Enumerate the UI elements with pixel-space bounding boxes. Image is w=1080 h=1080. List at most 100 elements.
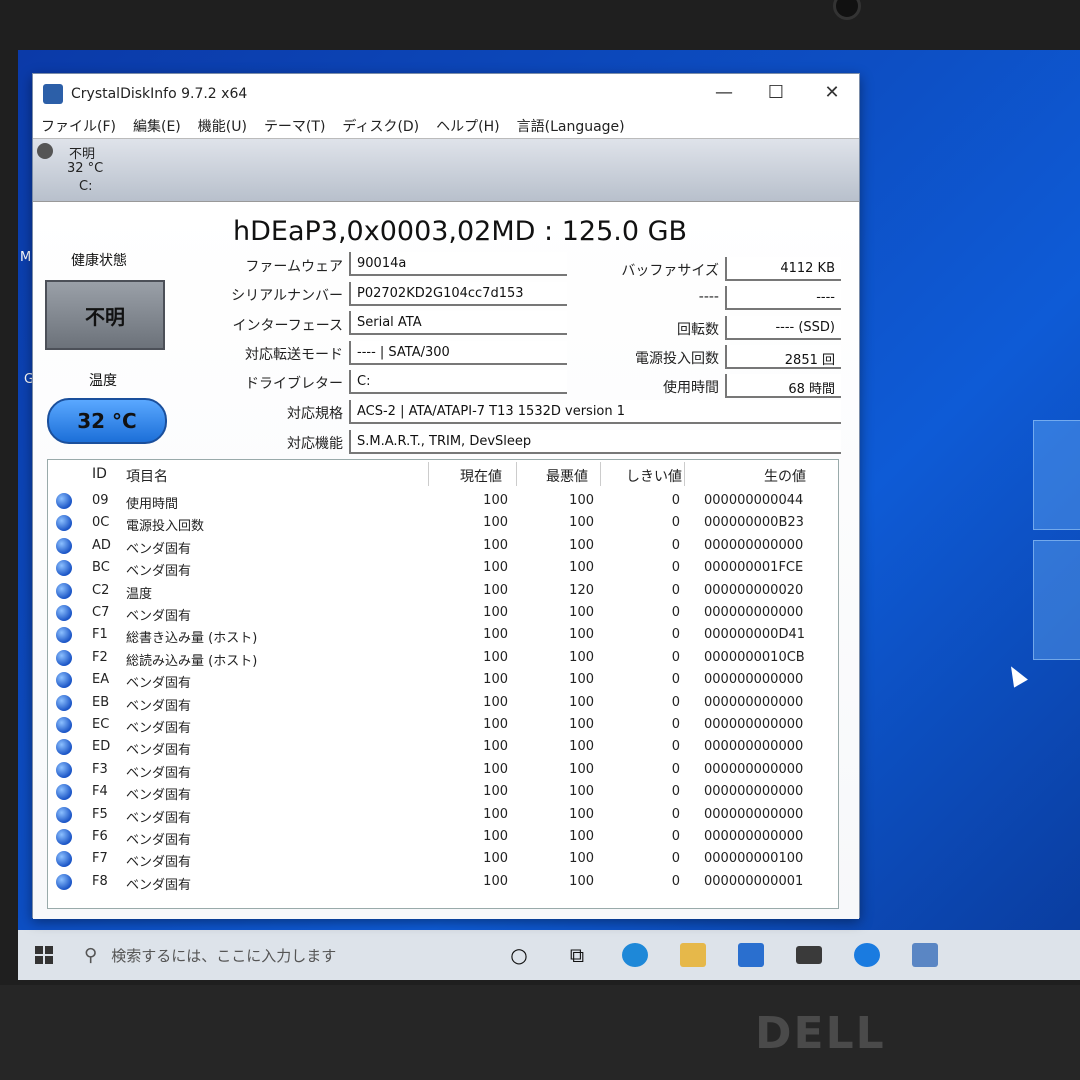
smart-current: 100 [483, 806, 508, 822]
menu-disk[interactable]: ディスク(D) [342, 116, 419, 136]
crystaldiskinfo-icon [43, 84, 63, 104]
col-threshold-header[interactable]: しきい値 [626, 466, 682, 486]
status-dot-icon [56, 851, 72, 868]
smart-id: C2 [92, 582, 110, 598]
smart-id: AD [92, 537, 111, 553]
col-worst-header[interactable]: 最悪値 [546, 466, 588, 486]
table-row[interactable]: C2 温度 100 120 0 000000000020 [48, 580, 838, 603]
table-row[interactable]: AD ベンダ固有 100 100 0 000000000000 [48, 535, 838, 558]
smart-current: 100 [483, 515, 508, 531]
table-row[interactable]: F7 ベンダ固有 100 100 0 000000000100 [48, 848, 838, 871]
smart-current: 100 [483, 739, 508, 755]
status-dot-icon [56, 537, 72, 554]
taskbar-search-input[interactable]: ⚲ 検索するには、ここに入力します [70, 930, 490, 980]
col-name-header[interactable]: 項目名 [126, 466, 168, 486]
table-row[interactable]: 09 使用時間 100 100 0 000000000044 [48, 490, 838, 513]
health-status-badge[interactable]: 不明 [45, 280, 165, 350]
smart-id: F2 [92, 649, 108, 665]
interface-value: Serial ATA [349, 311, 567, 335]
maximize-button[interactable]: ☐ [761, 82, 791, 103]
smart-threshold: 0 [671, 873, 680, 889]
status-dot-icon [56, 515, 72, 532]
table-row[interactable]: EB ベンダ固有 100 100 0 000000000000 [48, 692, 838, 715]
smart-attribute-name: ベンダ固有 [126, 541, 192, 557]
table-row[interactable]: ED ベンダ固有 100 100 0 000000000000 [48, 736, 838, 759]
minimize-button[interactable]: — [709, 82, 739, 103]
table-row[interactable]: F8 ベンダ固有 100 100 0 000000000001 [48, 871, 838, 894]
desktop-icon-label[interactable]: M [20, 250, 31, 265]
menu-theme[interactable]: テーマ(T) [264, 116, 325, 136]
interface-label: インターフェース [232, 318, 343, 334]
col-current-header[interactable]: 現在値 [460, 466, 502, 486]
menu-edit[interactable]: 編集(E) [133, 116, 181, 136]
app-icon-disk[interactable] [896, 930, 954, 980]
status-dot-icon [56, 672, 72, 689]
smart-id: F6 [92, 829, 108, 844]
smart-table[interactable]: ID 項目名 現在値 最悪値 しきい値 生の値 09 使用時間 100 100 0 000… [47, 459, 839, 909]
close-button[interactable]: ✕ [817, 82, 847, 103]
smart-current: 100 [483, 694, 508, 710]
smart-current: 100 [483, 493, 508, 508]
smart-attribute-name: 使用時間 [126, 497, 179, 512]
smart-worst: 100 [569, 627, 594, 643]
col-raw-header[interactable]: 生の値 [764, 466, 806, 486]
power-on-count-value: 2851 回 [725, 345, 841, 369]
temperature-badge[interactable]: 32 °C [47, 398, 167, 444]
drive-letter-label: ドライブレター [245, 376, 343, 392]
menu-function[interactable]: 機能(U) [198, 116, 247, 136]
smart-worst: 100 [569, 493, 594, 508]
table-row[interactable]: 0C 電源投入回数 100 100 0 000000000B23 [48, 512, 838, 535]
smart-attribute-name: ベンダ固有 [126, 676, 192, 692]
edge-icon[interactable] [606, 930, 664, 980]
smart-worst: 100 [569, 560, 594, 576]
menu-help[interactable]: ヘルプ(H) [436, 116, 499, 136]
task-view-icon[interactable]: ⧉ [548, 930, 606, 980]
smart-raw-value: 000000000B23 [704, 515, 804, 531]
smart-attribute-name: ベンダ固有 [126, 788, 192, 804]
store-icon[interactable] [722, 930, 780, 980]
table-row[interactable]: EA ベンダ固有 100 100 0 000000000000 [48, 669, 838, 692]
smart-current: 100 [483, 784, 508, 800]
app-icon-blue[interactable] [838, 930, 896, 980]
table-row[interactable]: F4 ベンダ固有 100 100 0 000000000000 [48, 781, 838, 804]
mail-icon[interactable] [780, 930, 838, 980]
table-row[interactable]: F2 総読み込み量 (ホスト) 100 100 0 0000000010CB [48, 647, 838, 670]
smart-threshold: 0 [671, 582, 680, 598]
smart-attribute-name: 電源投入回数 [126, 519, 205, 535]
disk-selector-tab[interactable]: 不明 32 °C C: [33, 138, 859, 202]
smart-threshold: 0 [671, 761, 680, 777]
smart-threshold: 0 [671, 537, 680, 553]
smart-current: 100 [483, 537, 508, 553]
windows-start-icon[interactable] [18, 930, 70, 980]
smart-raw-value: 000000000000 [704, 605, 804, 620]
wallpaper-pane [1033, 420, 1080, 530]
features-label: 対応機能 [287, 436, 343, 452]
smart-attribute-name: ベンダ固有 [126, 765, 192, 781]
menu-file[interactable]: ファイル(F) [41, 116, 116, 136]
title-bar[interactable]: CrystalDiskInfo 9.7.2 x64 — ☐ ✕ [33, 74, 859, 114]
smart-worst: 100 [569, 649, 594, 665]
search-placeholder: 検索するには、ここに入力します [111, 946, 337, 965]
dell-logo: DELL [755, 1008, 886, 1059]
table-row[interactable]: F5 ベンダ固有 100 100 0 000000000000 [48, 804, 838, 827]
table-row[interactable]: EC ベンダ固有 100 100 0 000000000000 [48, 714, 838, 737]
smart-threshold: 0 [671, 739, 680, 755]
table-row[interactable]: BC ベンダ固有 100 100 0 000000001FCE [48, 557, 838, 580]
smart-attribute-name: ベンダ固有 [126, 855, 192, 871]
transfer-mode-value: ---- | SATA/300 [349, 341, 567, 365]
smart-worst: 100 [569, 739, 594, 755]
table-row[interactable]: C7 ベンダ固有 100 100 0 000000000000 [48, 602, 838, 625]
table-row[interactable]: F6 ベンダ固有 100 100 0 000000000000 [48, 826, 838, 849]
table-row[interactable]: F3 ベンダ固有 100 100 0 000000000000 [48, 759, 838, 782]
status-dot-icon [56, 582, 72, 599]
cortana-icon[interactable]: ○ [490, 930, 548, 980]
col-id-header[interactable]: ID [92, 466, 107, 482]
menu-language[interactable]: 言語(Language) [517, 116, 625, 136]
smart-table-header: ID 項目名 現在値 最悪値 しきい値 生の値 [48, 460, 838, 488]
window-title: CrystalDiskInfo 9.7.2 x64 [71, 86, 248, 102]
smart-attribute-name: ベンダ固有 [126, 833, 192, 848]
file-explorer-icon[interactable] [664, 930, 722, 980]
table-row[interactable]: F1 総書き込み量 (ホスト) 100 100 0 000000000D41 [48, 624, 838, 647]
disk-tab-status: 不明 [69, 147, 96, 162]
status-dot-icon [56, 784, 72, 801]
